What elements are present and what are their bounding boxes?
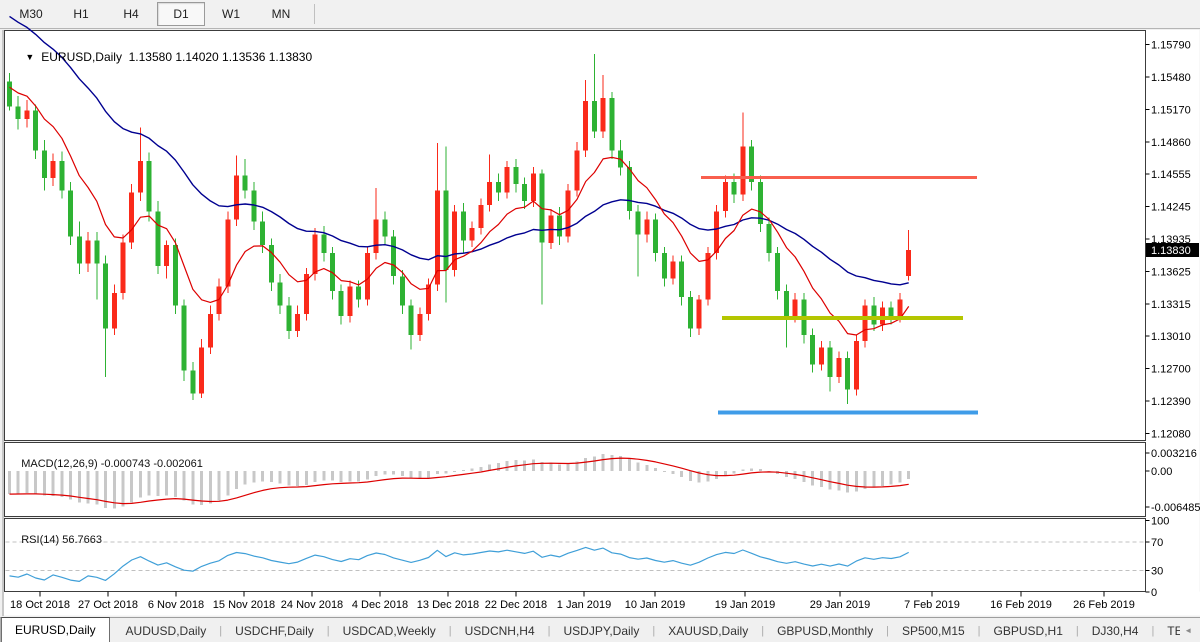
rsi-value: 56.7663 (62, 534, 102, 546)
svg-text:19 Jan 2019: 19 Jan 2019 (715, 599, 776, 611)
svg-text:30: 30 (1151, 566, 1163, 578)
svg-text:1.12080: 1.12080 (1151, 428, 1191, 440)
chart-symbol-label: EURUSD,Daily (41, 50, 122, 64)
tab-sp500-m15[interactable]: SP500,M15 (889, 618, 978, 642)
symbol-tabbar: EURUSD,Daily|AUDUSD,Daily|USDCHF,Daily|U… (0, 617, 1200, 642)
svg-text:0.003216: 0.003216 (1151, 448, 1197, 460)
svg-text:100: 100 (1151, 516, 1169, 528)
rsi-indicator-label: RSI(14) 56.7663 (9, 522, 102, 558)
svg-text:1.13625: 1.13625 (1151, 267, 1191, 279)
svg-text:1 Jan 2019: 1 Jan 2019 (557, 599, 611, 611)
tab-dj30-h4[interactable]: DJ30,H4 (1079, 618, 1152, 642)
tab-usdcad-weekly[interactable]: USDCAD,Weekly (330, 618, 449, 642)
tab-gbpusd-h1[interactable]: GBPUSD,H1 (981, 618, 1076, 642)
svg-text:13 Dec 2018: 13 Dec 2018 (417, 599, 479, 611)
svg-text:26 Feb 2019: 26 Feb 2019 (1073, 599, 1135, 611)
svg-text:15 Nov 2018: 15 Nov 2018 (213, 599, 275, 611)
svg-text:0: 0 (1151, 587, 1157, 599)
chart-dropdown-icon[interactable]: ▼ (25, 52, 34, 62)
svg-text:6 Nov 2018: 6 Nov 2018 (148, 599, 204, 611)
svg-text:1.12700: 1.12700 (1151, 363, 1191, 375)
tab-eurusd-daily[interactable]: EURUSD,Daily (1, 617, 110, 642)
svg-text:1.15170: 1.15170 (1151, 105, 1191, 117)
tab-scroll-right-icon[interactable]: ► (1196, 624, 1200, 637)
svg-text:22 Dec 2018: 22 Dec 2018 (485, 599, 547, 611)
macd-main-value: -0.000743 (101, 458, 151, 470)
svg-text:10 Jan 2019: 10 Jan 2019 (625, 599, 686, 611)
svg-text:1.13010: 1.13010 (1151, 331, 1191, 343)
tab-usdcnh-h4[interactable]: USDCNH,H4 (452, 618, 548, 642)
svg-text:16 Feb 2019: 16 Feb 2019 (990, 599, 1052, 611)
macd-indicator-label: MACD(12,26,9) -0.000743 -0.002061 (9, 446, 203, 482)
svg-text:1.14860: 1.14860 (1151, 137, 1191, 149)
svg-text:1.15790: 1.15790 (1151, 40, 1191, 52)
macd-signal-value: -0.002061 (153, 458, 203, 470)
mt4-terminal: M30H1H4D1W1MN 1.157901.154801.151701.148… (0, 0, 1200, 642)
svg-text:1.13315: 1.13315 (1151, 299, 1191, 311)
svg-text:70: 70 (1151, 537, 1163, 549)
tab-gbpusd-monthly[interactable]: GBPUSD,Monthly (764, 618, 886, 642)
chart-canvas: 1.15790 1.15480 1.15170 1.14860 1.14555 1.142… (0, 0, 1200, 642)
chart-title: ▼ EURUSD,Daily 1.13580 1.14020 1.13536 1.… (12, 36, 312, 78)
tab-audusd-daily[interactable]: AUDUSD,Daily (113, 618, 220, 642)
current-price-tag: 1.13830 (1146, 243, 1199, 257)
tab-usdchf-daily[interactable]: USDCHF,Daily (222, 618, 327, 642)
svg-text:4 Dec 2018: 4 Dec 2018 (352, 599, 408, 611)
tab-scroll-arrows: ◄► (1180, 618, 1200, 642)
tab-usdjpy-daily[interactable]: USDJPY,Daily (551, 618, 653, 642)
svg-text:29 Jan 2019: 29 Jan 2019 (810, 599, 871, 611)
macd-name: MACD(12,26,9) (21, 458, 97, 470)
svg-text:1.12390: 1.12390 (1151, 396, 1191, 408)
svg-text:1.14245: 1.14245 (1151, 202, 1191, 214)
svg-text:1.14555: 1.14555 (1151, 169, 1191, 181)
svg-text:24 Nov 2018: 24 Nov 2018 (281, 599, 343, 611)
svg-text:0.00: 0.00 (1151, 466, 1172, 478)
svg-text:7 Feb 2019: 7 Feb 2019 (904, 599, 960, 611)
svg-text:1.13830: 1.13830 (1151, 245, 1191, 257)
svg-text:27 Oct 2018: 27 Oct 2018 (78, 599, 138, 611)
tab-xauusd-daily[interactable]: XAUUSD,Daily (655, 618, 761, 642)
rsi-name: RSI(14) (21, 534, 59, 546)
tab-scroll-left-icon[interactable]: ◄ (1180, 624, 1196, 637)
chart-ohlc-values: 1.13580 1.14020 1.13536 1.13830 (129, 50, 313, 64)
svg-text:-0.006485: -0.006485 (1151, 502, 1200, 514)
svg-text:18 Oct 2018: 18 Oct 2018 (10, 599, 70, 611)
svg-text:1.15480: 1.15480 (1151, 72, 1191, 84)
tab-tech100-h[interactable]: TECH100,H (1154, 618, 1180, 642)
